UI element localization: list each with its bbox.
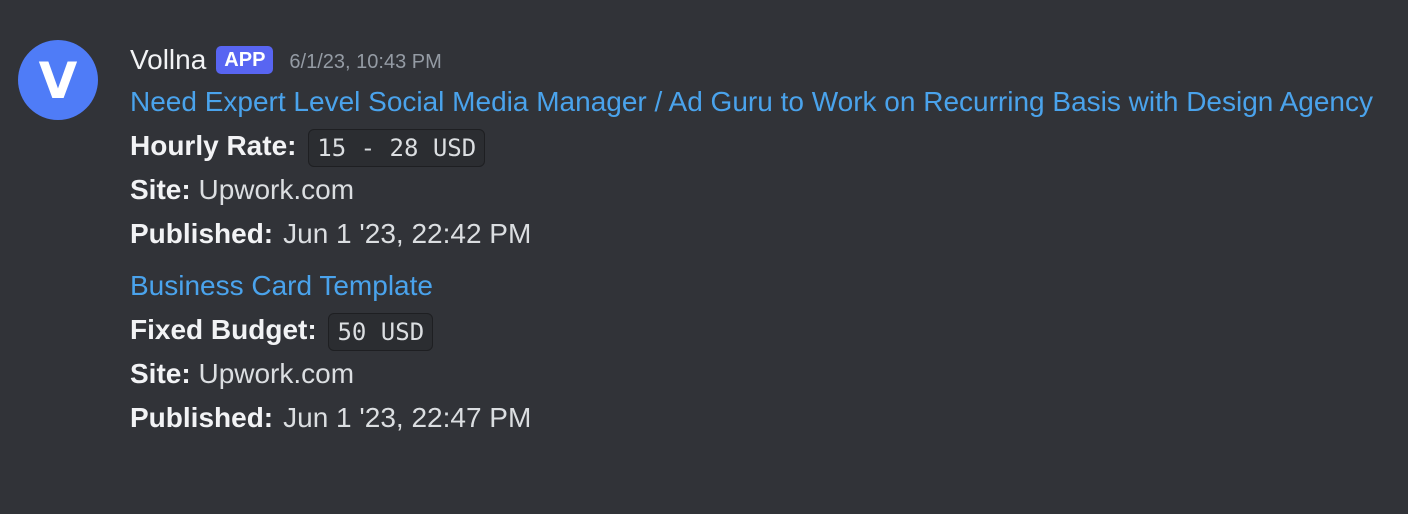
site-value: Upwork.com — [198, 174, 355, 205]
avatar-logo-letter: V — [38, 52, 78, 110]
rate-label: Fixed Budget: — [130, 314, 317, 345]
job-published-row: Published: Jun 1 '23, 22:47 PM — [130, 396, 1390, 440]
job-rate-row: Fixed Budget: 50 USD — [130, 308, 1390, 352]
site-label: Site: — [130, 358, 191, 389]
job-entry: Need Expert Level Social Media Manager /… — [130, 80, 1390, 256]
site-value: Upwork.com — [198, 358, 355, 389]
rate-label: Hourly Rate: — [130, 130, 297, 161]
rate-value: 50 USD — [328, 312, 434, 351]
published-label: Published: — [130, 402, 274, 433]
site-label: Site: — [130, 174, 191, 205]
app-badge: APP — [216, 46, 274, 74]
avatar[interactable]: V — [18, 40, 98, 120]
job-title-link[interactable]: Business Card Template — [130, 264, 1390, 308]
job-site-row: Site: Upwork.com — [130, 352, 1390, 396]
message-header: Vollna APP 6/1/23, 10:43 PM — [130, 40, 1390, 80]
job-entry: Business Card Template Fixed Budget: 50 … — [130, 264, 1390, 440]
message-content: Vollna APP 6/1/23, 10:43 PM Need Expert … — [130, 40, 1390, 440]
published-value: Jun 1 '23, 22:42 PM — [283, 218, 532, 249]
job-rate-row: Hourly Rate: 15 - 28 USD — [130, 124, 1390, 168]
job-title-link[interactable]: Need Expert Level Social Media Manager /… — [130, 80, 1390, 124]
chat-message: V Vollna APP 6/1/23, 10:43 PM Need Exper… — [0, 0, 1408, 514]
job-site-row: Site: Upwork.com — [130, 168, 1390, 212]
message-timestamp[interactable]: 6/1/23, 10:43 PM — [289, 51, 441, 74]
published-value: Jun 1 '23, 22:47 PM — [283, 402, 532, 433]
published-label: Published: — [130, 218, 274, 249]
rate-value: 15 - 28 USD — [308, 128, 486, 167]
username[interactable]: Vollna — [130, 44, 206, 76]
job-published-row: Published: Jun 1 '23, 22:42 PM — [130, 212, 1390, 256]
